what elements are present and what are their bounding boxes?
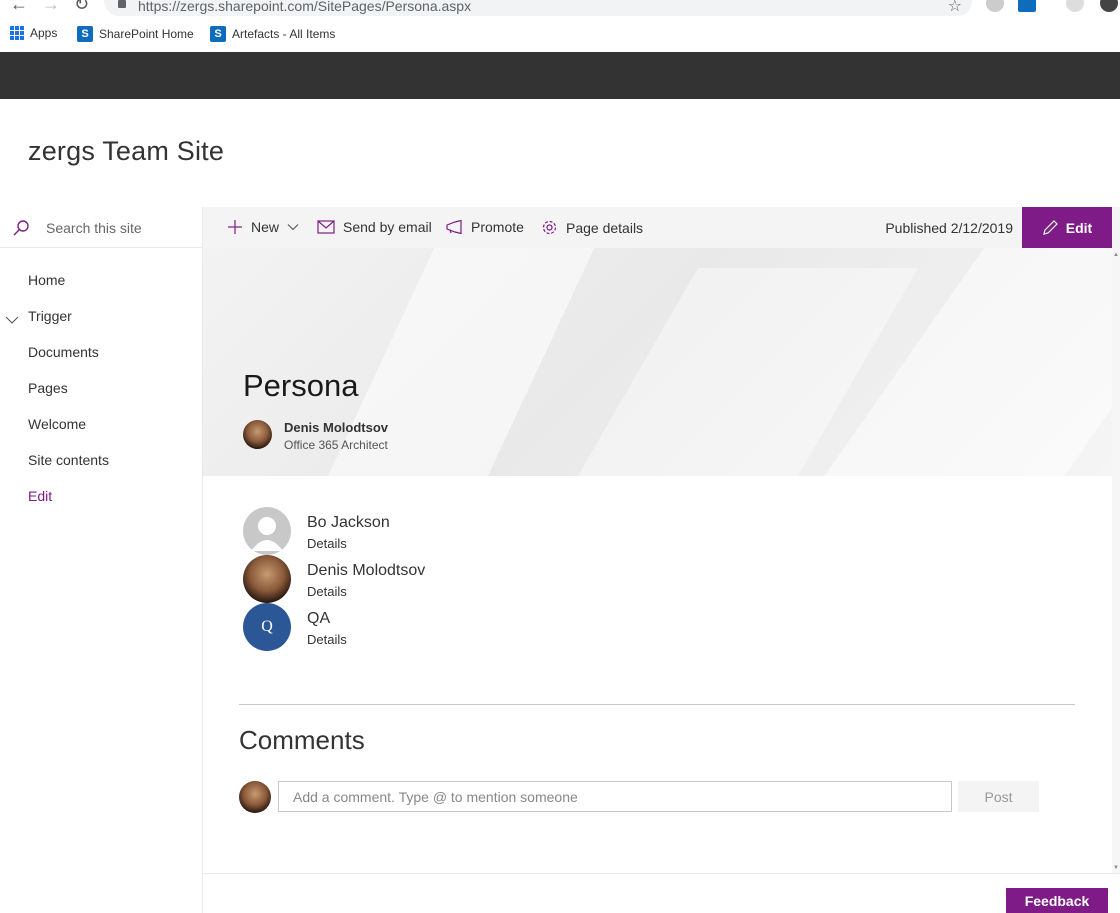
extension-icon[interactable] xyxy=(986,0,1004,12)
apps-grid-icon xyxy=(10,26,24,40)
bookmark-label: SharePoint Home xyxy=(99,27,194,41)
person-details[interactable]: Details xyxy=(307,584,347,599)
nav-item-edit[interactable]: Edit xyxy=(28,488,52,504)
plus-icon xyxy=(228,220,242,234)
bookmarks-bar: Apps S SharePoint Home S Artefacts - All… xyxy=(0,22,1120,46)
suite-bar xyxy=(0,52,1120,99)
comment-input[interactable] xyxy=(278,781,952,812)
promote-label: Promote xyxy=(471,219,524,235)
send-by-email-button[interactable]: Send by email xyxy=(317,219,432,235)
scroll-down-icon[interactable]: ▼ xyxy=(1113,865,1119,871)
feedback-button[interactable]: Feedback xyxy=(1006,888,1108,913)
bookmark-label: Apps xyxy=(30,26,58,40)
scrollbar[interactable]: ▲ ▼ xyxy=(1112,248,1120,873)
chevron-down-icon xyxy=(287,224,299,231)
avatar xyxy=(243,507,291,555)
section-divider xyxy=(239,704,1075,705)
nav-item-trigger[interactable]: Trigger xyxy=(28,308,72,324)
bookmark-star-icon[interactable]: ☆ xyxy=(948,0,962,16)
site-title[interactable]: zergs Team Site xyxy=(28,136,224,167)
edit-button[interactable]: Edit xyxy=(1022,207,1112,248)
avatar: Q xyxy=(243,603,291,651)
person-name: Denis Molodtsov xyxy=(307,562,426,579)
mail-icon xyxy=(317,220,335,234)
person-placeholder-icon xyxy=(251,517,283,551)
nav-item-site-contents[interactable]: Site contents xyxy=(28,452,109,468)
sharepoint-icon: S xyxy=(77,26,93,42)
command-bar: New Send by email Promote Page details P… xyxy=(203,207,1120,248)
search-icon xyxy=(13,220,29,236)
browser-toolbar: ← → ↻ https://zergs.sharepoint.com/SiteP… xyxy=(0,0,1120,18)
post-button[interactable]: Post xyxy=(958,781,1039,812)
bookmark-apps[interactable]: Apps xyxy=(10,26,57,40)
author-name[interactable]: Denis Molodtsov xyxy=(284,420,388,435)
page-title: Persona xyxy=(243,368,359,403)
published-status: Published 2/12/2019 xyxy=(885,220,1013,236)
bookmark-sharepoint-home[interactable]: S SharePoint Home xyxy=(77,26,194,42)
person-name: QA xyxy=(307,610,331,627)
sharepoint-extension-icon[interactable] xyxy=(1018,0,1036,12)
person-name: Bo Jackson xyxy=(307,514,390,531)
bookmark-artefacts[interactable]: S Artefacts - All Items xyxy=(210,26,335,42)
footer-divider xyxy=(203,873,1120,874)
nav-item-home[interactable]: Home xyxy=(28,272,65,288)
search-box[interactable]: Search this site xyxy=(0,207,203,248)
profile-icon[interactable] xyxy=(1066,0,1084,12)
avatar xyxy=(243,555,291,603)
address-bar[interactable]: https://zergs.sharepoint.com/SitePages/P… xyxy=(104,0,972,16)
nav-item-welcome[interactable]: Welcome xyxy=(28,416,86,432)
left-navigation: Search this site Home Trigger Documents … xyxy=(0,207,203,913)
reload-icon[interactable]: ↻ xyxy=(74,0,89,15)
search-placeholder: Search this site xyxy=(46,220,142,236)
forward-icon[interactable]: → xyxy=(42,0,60,15)
comments-heading: Comments xyxy=(239,725,365,755)
author-avatar[interactable] xyxy=(243,420,272,449)
chevron-down-icon[interactable] xyxy=(5,313,19,327)
bookmark-label: Artefacts - All Items xyxy=(232,27,336,41)
promote-button[interactable]: Promote xyxy=(445,219,524,235)
nav-item-pages[interactable]: Pages xyxy=(28,380,68,396)
new-button[interactable]: New xyxy=(227,219,299,235)
gear-icon xyxy=(542,220,557,235)
pencil-icon xyxy=(1042,219,1058,235)
new-label: New xyxy=(251,219,280,235)
author-role: Office 365 Architect xyxy=(284,438,388,452)
nav-item-documents[interactable]: Documents xyxy=(28,344,99,360)
send-by-email-label: Send by email xyxy=(343,219,432,235)
download-icon[interactable] xyxy=(1100,0,1118,12)
page-header-banner: Persona Denis Molodtsov Office 365 Archi… xyxy=(203,248,1112,476)
edit-label: Edit xyxy=(1065,219,1093,236)
page-details-button[interactable]: Page details xyxy=(541,219,643,236)
page-details-label: Page details xyxy=(566,219,644,236)
back-icon[interactable]: ← xyxy=(10,0,28,15)
sharepoint-icon: S xyxy=(210,26,226,42)
scroll-up-icon[interactable]: ▲ xyxy=(1113,252,1119,258)
person-details[interactable]: Details xyxy=(307,536,347,551)
person-details[interactable]: Details xyxy=(307,632,347,647)
lock-icon xyxy=(118,0,126,8)
url-text: https://zergs.sharepoint.com/SitePages/P… xyxy=(138,0,472,14)
commenter-avatar xyxy=(239,781,271,813)
megaphone-icon xyxy=(446,220,462,234)
